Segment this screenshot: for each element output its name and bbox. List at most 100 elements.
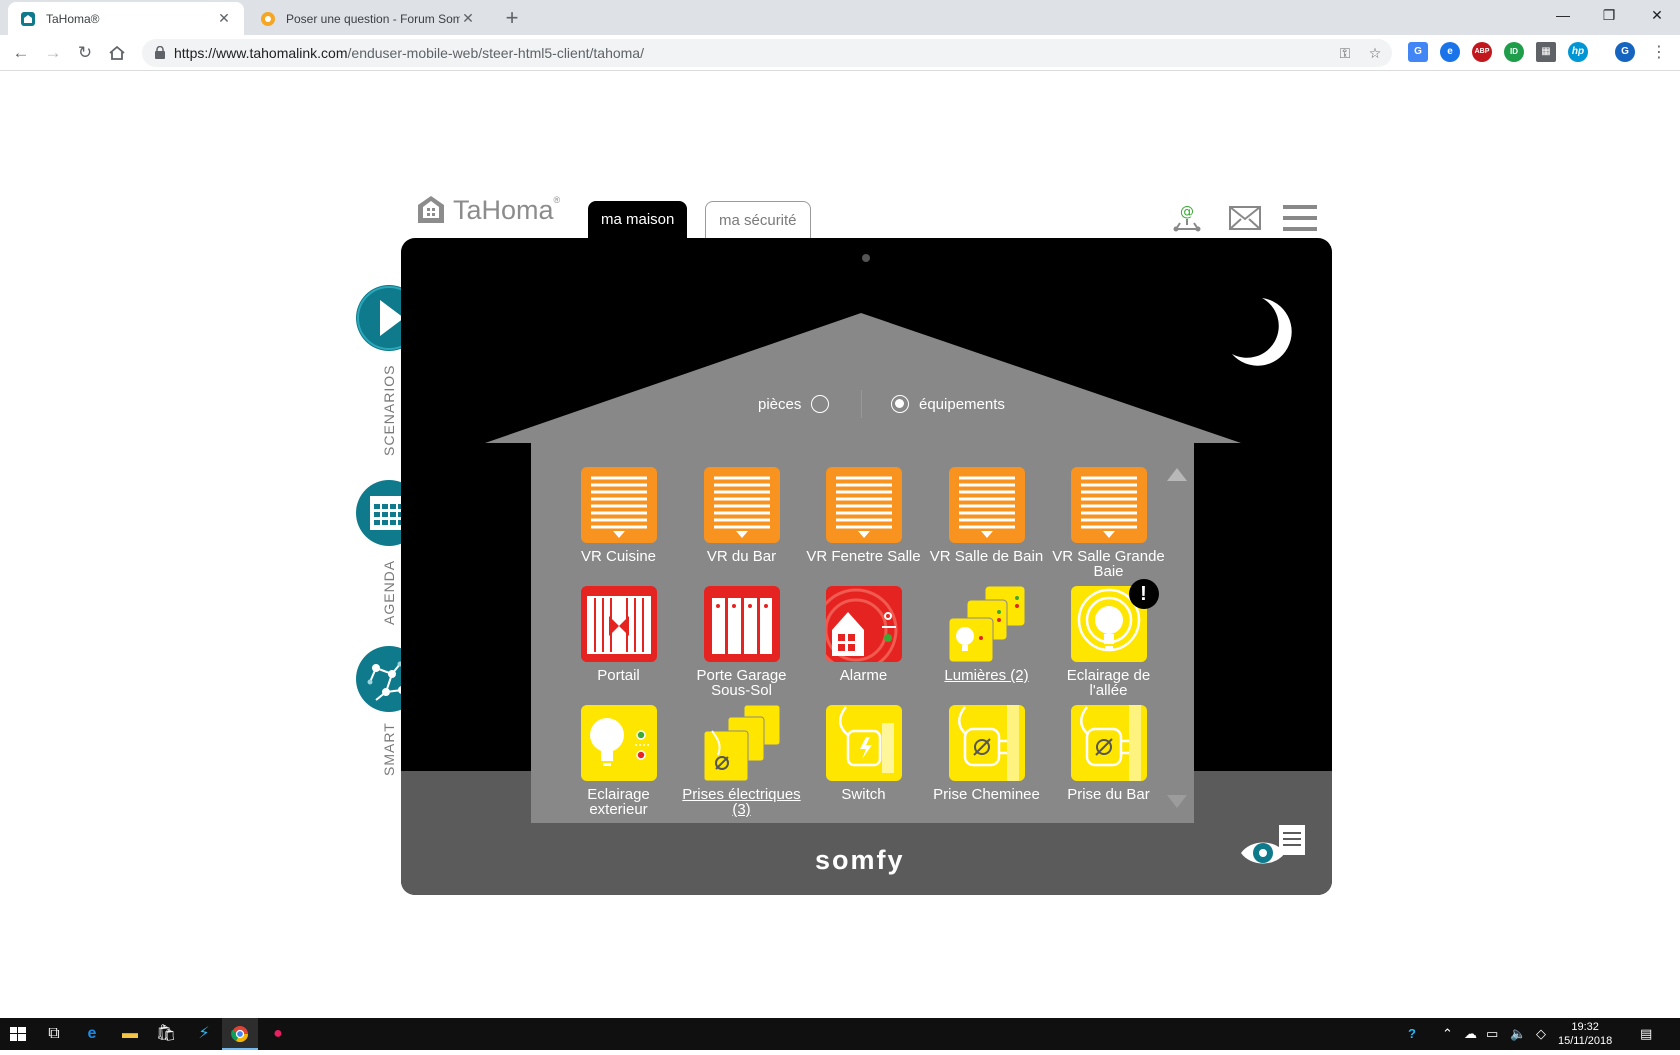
help-icon[interactable]: ?: [1408, 1018, 1416, 1050]
moon-icon[interactable]: [1214, 292, 1294, 372]
network-at-icon[interactable]: @: [1170, 203, 1204, 233]
device-lumieres-group[interactable]: Lumières (2): [925, 585, 1048, 683]
url-text[interactable]: https://www.tahomalink.com/enduser-mobil…: [174, 45, 644, 61]
device-vr-salle-de-bain[interactable]: VR Salle de Bain: [925, 467, 1048, 564]
device-vr-salle-grande-baie[interactable]: VR Salle Grande Baie: [1047, 467, 1170, 579]
id-extension-icon[interactable]: ID: [1504, 42, 1524, 62]
close-tab-icon[interactable]: ✕: [460, 10, 476, 27]
hp-icon[interactable]: hp: [1568, 42, 1588, 62]
e-extension-icon[interactable]: e: [1440, 42, 1460, 62]
adblock-icon[interactable]: ABP: [1472, 42, 1492, 62]
network-icon[interactable]: ▭: [1486, 1018, 1498, 1050]
scroll-up-arrow-icon[interactable]: [1167, 468, 1187, 481]
device-alarme[interactable]: Alarme: [802, 586, 925, 683]
rooms-radio[interactable]: [811, 395, 830, 413]
mail-icon[interactable]: [1228, 203, 1262, 233]
device-label: VR Fenetre Salle: [806, 548, 921, 565]
file-explorer-icon[interactable]: ▬: [112, 1018, 148, 1050]
device-porte-garage[interactable]: Porte Garage Sous-Sol: [680, 586, 803, 698]
equipment-label: équipements: [919, 395, 1005, 413]
device-label: Alarme: [839, 667, 888, 684]
device-label: VR Cuisine: [580, 548, 657, 565]
equipment-radio[interactable]: [891, 395, 909, 413]
device-label: Prise Cheminee: [933, 786, 1040, 803]
plug-icon: [948, 705, 1025, 781]
restore-button[interactable]: ❐: [1586, 0, 1632, 30]
device-switch[interactable]: Switch: [802, 705, 925, 802]
smart-label[interactable]: SMART: [381, 722, 397, 776]
chrome-taskbar-icon[interactable]: [222, 1018, 258, 1050]
device-label: VR du Bar: [706, 548, 777, 565]
scroll-down-arrow-icon[interactable]: [1167, 795, 1187, 808]
onedrive-icon[interactable]: ☁: [1464, 1018, 1477, 1050]
home-screen: pièces équipements VR Cuisine VR du Bar …: [401, 238, 1332, 895]
browser-tab-bar: TaHoma® ✕ Poser une question - Forum Som…: [0, 0, 1680, 35]
roller-shutter-icon: [825, 467, 902, 543]
svg-text:@: @: [1180, 204, 1194, 220]
volume-icon[interactable]: 🔈: [1510, 1018, 1526, 1050]
light-bulb-icon: !: [1070, 579, 1159, 662]
roller-shutter-icon: [580, 467, 657, 543]
maps-pin-icon[interactable]: ●: [260, 1018, 296, 1050]
windows-start-icon[interactable]: [0, 1018, 36, 1050]
rooms-toggle[interactable]: pièces: [758, 395, 830, 413]
device-label: Eclairage exterieur: [587, 786, 650, 818]
close-tab-icon[interactable]: ✕: [216, 10, 232, 27]
dropbox-icon[interactable]: ◇: [1536, 1018, 1546, 1050]
lock-icon: [155, 46, 165, 59]
store-icon[interactable]: 🛍: [148, 1018, 184, 1050]
roller-shutter-icon: [1070, 467, 1147, 543]
close-window-button[interactable]: ✕: [1634, 0, 1680, 30]
task-view-icon[interactable]: ⧉: [36, 1018, 72, 1050]
new-tab-button[interactable]: +: [498, 4, 526, 32]
device-label: Prise du Bar: [1067, 786, 1150, 803]
key-icon[interactable]: ⚿: [1336, 44, 1354, 62]
notifications-icon[interactable]: ▤: [1640, 1018, 1652, 1050]
hamburger-menu-icon[interactable]: [1282, 203, 1318, 233]
device-prise-cheminee[interactable]: Prise Cheminee: [925, 705, 1048, 802]
bookmark-star-icon[interactable]: ☆: [1366, 44, 1384, 62]
roller-shutter-icon: [703, 467, 780, 543]
device-eclairage-allee[interactable]: ! Eclairage de l'allée: [1047, 579, 1170, 698]
scenarios-label[interactable]: SCENARIOS: [381, 365, 397, 456]
back-icon[interactable]: ←: [8, 40, 34, 66]
tab-tahoma[interactable]: TaHoma® ✕: [8, 2, 244, 35]
translate-icon[interactable]: G: [1408, 42, 1428, 62]
tab-ma-maison[interactable]: ma maison: [588, 201, 688, 238]
forward-icon[interactable]: →: [40, 40, 66, 66]
eye-notes-icon[interactable]: [1239, 823, 1309, 873]
roller-shutter-icon: [948, 467, 1025, 543]
rooms-label: pièces: [758, 395, 802, 413]
device-eclairage-exterieur[interactable]: Eclairage exterieur: [557, 705, 680, 817]
device-vr-du-bar[interactable]: VR du Bar: [680, 467, 803, 564]
lights-group-icon: [948, 585, 1025, 663]
browser-menu-icon[interactable]: ⋮: [1646, 40, 1672, 66]
device-prise-du-bar[interactable]: Prise du Bar: [1047, 705, 1170, 802]
edge-icon[interactable]: e: [74, 1018, 110, 1050]
alert-badge-icon[interactable]: !: [1128, 579, 1159, 609]
device-prises-group[interactable]: Prises électriques (3): [680, 704, 803, 817]
clapper-icon[interactable]: ▦: [1536, 42, 1556, 62]
tahoma-house-logo-icon: [418, 196, 444, 223]
system-clock[interactable]: 19:32 15/11/2018: [1558, 1020, 1612, 1048]
device-vr-fenetre-salle[interactable]: VR Fenetre Salle: [802, 467, 925, 564]
logo-text: TaHoma®: [453, 194, 561, 225]
address-bar[interactable]: https://www.tahomalink.com/enduser-mobil…: [142, 39, 1392, 67]
device-portail[interactable]: Portail: [557, 586, 680, 683]
minimize-button[interactable]: —: [1540, 0, 1586, 30]
toggle-separator: [861, 390, 862, 418]
device-label[interactable]: Lumières (2): [925, 668, 1048, 683]
tray-chevron-icon[interactable]: ⌃: [1442, 1018, 1453, 1050]
url-path: /enduser-mobile-web/steer-html5-client/t…: [347, 45, 644, 61]
device-label: VR Salle Grande Baie: [1052, 548, 1165, 580]
device-vr-cuisine[interactable]: VR Cuisine: [557, 467, 680, 564]
reload-icon[interactable]: ↻: [72, 40, 98, 66]
equipment-toggle[interactable]: équipements: [891, 395, 1005, 413]
vscode-icon[interactable]: ⚡: [186, 1018, 222, 1050]
device-label[interactable]: Prises électriques (3): [680, 787, 803, 817]
tab-ma-securite[interactable]: ma sécurité: [705, 201, 811, 238]
profile-avatar[interactable]: G: [1615, 42, 1635, 62]
home-icon[interactable]: [104, 40, 130, 66]
agenda-label[interactable]: AGENDA: [381, 560, 397, 625]
tab-forum[interactable]: Poser une question - Forum Som ✕: [248, 2, 488, 35]
